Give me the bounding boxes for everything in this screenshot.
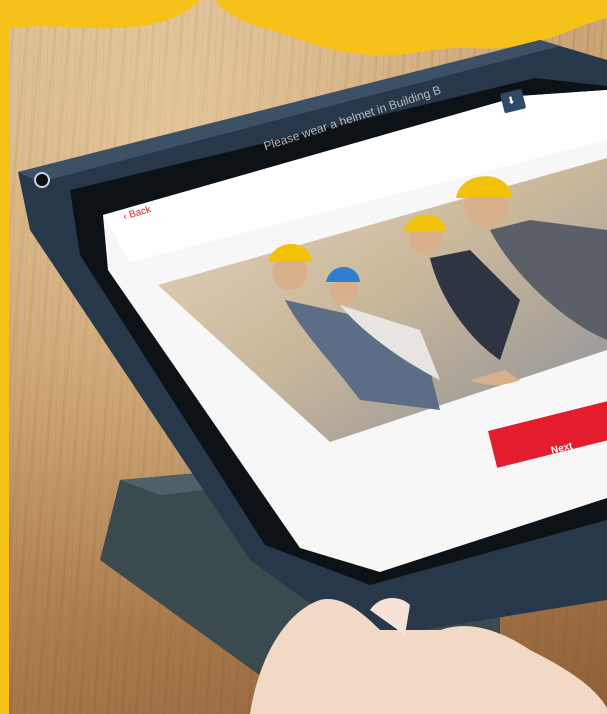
next-button[interactable]: [488, 399, 607, 468]
kiosk-screen: Please wear a helmet in Building B ‹ Bac…: [0, 0, 607, 714]
back-label: Back: [127, 204, 153, 221]
back-button[interactable]: ‹ Back: [122, 204, 152, 222]
instruction-text: Please wear a helmet in Building B: [262, 82, 443, 154]
chevron-left-icon: ‹: [122, 211, 129, 223]
